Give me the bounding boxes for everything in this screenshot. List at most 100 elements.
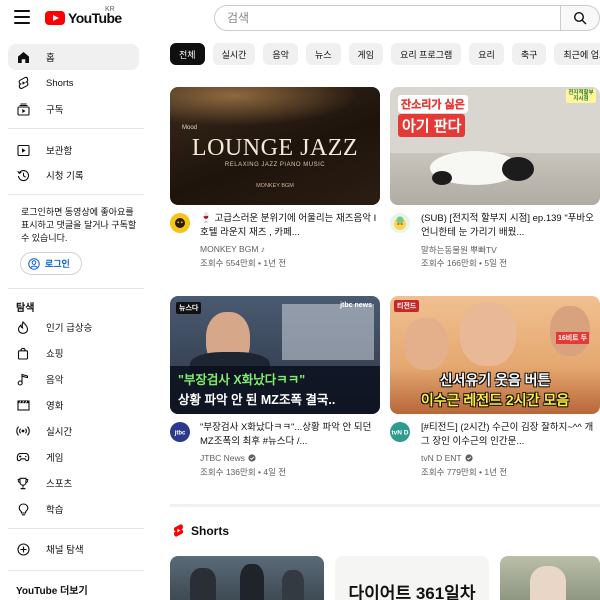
- sidebar-item-label: 채널 탐색: [46, 545, 84, 556]
- sidebar-item-gaming[interactable]: 게임: [8, 444, 139, 470]
- thumbnail-tag: 뉴스다: [176, 302, 202, 314]
- sidebar-item-history[interactable]: 시청 기록: [8, 162, 139, 188]
- sidebar-item-label: 실시간: [46, 427, 73, 438]
- search-input[interactable]: [215, 6, 560, 30]
- thumbnail-title-text: LOUNGE JAZZ: [191, 135, 359, 161]
- youtube-logo[interactable]: YouTube KR: [45, 6, 122, 28]
- section-divider: [170, 504, 600, 507]
- login-button[interactable]: 로그인: [20, 252, 82, 275]
- chip-gaming[interactable]: 게임: [348, 43, 384, 65]
- channel-name[interactable]: MONKEY BGM ♪: [200, 244, 265, 254]
- video-title[interactable]: "부장검사 X화났다ㅋㅋ"...상황 파악 안 되던 MZ조폭의 최후 #뉴스다…: [200, 421, 378, 449]
- search-icon: [573, 11, 587, 25]
- sidebar-item-music[interactable]: 음악: [8, 366, 139, 392]
- sidebar-item-home[interactable]: 홈: [8, 44, 139, 70]
- trending-icon: [16, 320, 30, 334]
- menu-icon[interactable]: [14, 10, 30, 24]
- video-thumbnail[interactable]: 뉴스다 jtbc news "부장검사 X화났다ㅋㅋ" 상황 파악 안 된 MZ…: [170, 296, 380, 414]
- thumbnail-panda-leg: [432, 171, 452, 185]
- search-button[interactable]: [560, 5, 600, 31]
- channel-row: tvN D ENT: [421, 453, 473, 463]
- sidebar-item-shorts[interactable]: Shorts: [8, 70, 139, 96]
- sports-icon: [16, 476, 30, 490]
- channel-name[interactable]: JTBC News: [200, 453, 245, 463]
- divider: [8, 288, 144, 289]
- sidebar-item-label: 인기 급상승: [46, 323, 93, 334]
- video-title[interactable]: [#티전드] (2시간) 수근이 김장 잘하지~^^ 개그 장인 이수근의 인간…: [421, 421, 599, 449]
- divider: [8, 194, 144, 195]
- sidebar-item-subscriptions[interactable]: 구독: [8, 96, 139, 122]
- thumbnail-brand-text: MONKEY BGM: [256, 183, 294, 189]
- sidebar-item-label: 홈: [46, 53, 55, 64]
- history-icon: [16, 168, 30, 182]
- verified-icon: [465, 454, 473, 462]
- thumbnail-person: [282, 570, 304, 600]
- lightbulb-icon: [16, 502, 30, 516]
- svg-text:jtbc: jtbc: [174, 431, 186, 437]
- thumbnail-face-3: [550, 306, 590, 356]
- video-title[interactable]: (SUB) [전지적 할부지 시점] ep.139 "푸바오 언니한테 눈 가리…: [421, 212, 599, 240]
- subscriptions-icon: [16, 102, 30, 116]
- chip-cooking-show[interactable]: 요리 프로그램: [391, 43, 462, 65]
- jtbc-logo-icon: jtbc: [174, 431, 186, 437]
- video-thumbnail[interactable]: Mood LOUNGE JAZZ RELAXING JAZZ PIANO MUS…: [170, 87, 380, 205]
- gaming-icon: [16, 450, 30, 464]
- video-metadata: 조회수 779만회 • 1년 전: [421, 467, 508, 477]
- sidebar-item-label: 게임: [46, 453, 64, 464]
- shorts-title: 다이어트 361일차: [348, 584, 476, 600]
- chip-cooking[interactable]: 요리: [469, 43, 504, 65]
- shorts-thumbnail[interactable]: [500, 556, 600, 600]
- login-button-label: 로그인: [45, 259, 70, 269]
- add-circle-icon: [16, 542, 30, 556]
- verified-icon: [248, 454, 256, 462]
- library-icon: [16, 143, 30, 157]
- shopping-icon: [16, 346, 30, 360]
- shorts-thumbnail[interactable]: 다이어트 361일차: [335, 556, 489, 600]
- channel-name[interactable]: 말하는동물원 뿌빠TV: [421, 244, 497, 256]
- sidebar-item-label: 스포츠: [46, 479, 73, 490]
- thumbnail-panda-patch: [502, 157, 534, 181]
- thumbnail-text-line2: 상황 파악 안 된 MZ조폭 결국..: [178, 393, 336, 407]
- search-box[interactable]: [214, 5, 560, 31]
- sidebar-item-label: 영화: [46, 401, 64, 412]
- channel-avatar[interactable]: tvN D: [390, 422, 410, 442]
- chip-live[interactable]: 실시간: [212, 43, 256, 65]
- channel-avatar[interactable]: jtbc: [170, 422, 190, 442]
- channel-avatar[interactable]: [170, 213, 190, 233]
- divider: [8, 528, 144, 529]
- shorts-thumbnail[interactable]: [170, 556, 324, 600]
- shorts-section-title: Shorts: [191, 523, 230, 538]
- channel-name[interactable]: tvN D ENT: [421, 453, 462, 463]
- movie-icon: [16, 398, 30, 412]
- sidebar-item-trending[interactable]: 인기 급상승: [8, 314, 139, 340]
- more-from-youtube-title: YouTube 더보기: [16, 586, 88, 597]
- home-icon: [16, 50, 30, 64]
- sidebar-item-shopping[interactable]: 쇼핑: [8, 340, 139, 366]
- thumbnail-small-text: 16비트 두: [556, 332, 590, 344]
- thumbnail-document: [282, 304, 374, 360]
- chip-all[interactable]: 전체: [170, 43, 205, 65]
- sidebar-item-library[interactable]: 보관함: [8, 137, 139, 163]
- channel-avatar[interactable]: [390, 213, 410, 233]
- masthead: YouTube KR: [0, 0, 600, 36]
- sidebar-item-label: 시청 기록: [46, 171, 84, 182]
- chip-soccer[interactable]: 축구: [511, 43, 547, 65]
- video-thumbnail[interactable]: 티전드 16비트 두 신서유기 웃음 버튼 이수근 레전드 2시간 모음: [390, 296, 600, 414]
- sidebar-item-live[interactable]: 실시간: [8, 418, 139, 444]
- sidebar-item-learning[interactable]: 학습: [8, 496, 139, 522]
- tvn-logo-icon: tvN D: [392, 430, 409, 437]
- sidebar-item-browse-channels[interactable]: 채널 탐색: [8, 536, 139, 562]
- sidebar-item-label: 쇼핑: [46, 349, 64, 360]
- sidebar-item-sports[interactable]: 스포츠: [8, 470, 139, 496]
- divider: [8, 570, 144, 571]
- video-thumbnail[interactable]: 잔소리가 싫은 아기 판다 전지적할부지시점: [390, 87, 600, 205]
- shorts-section-header: Shorts: [172, 523, 229, 538]
- shorts-icon: [16, 76, 30, 90]
- chip-news[interactable]: 뉴스: [305, 43, 341, 65]
- chip-music[interactable]: 음악: [263, 43, 298, 65]
- jtbc-news-logo: jtbc news: [340, 302, 372, 309]
- chip-recently-uploaded[interactable]: 최근에 업로드: [554, 43, 600, 65]
- video-title[interactable]: 🍷 고급스러운 분위기에 어울리는 재즈음악 I 호텔 라운지 재즈 , 카페.…: [200, 212, 378, 240]
- sidebar-item-movies[interactable]: 영화: [8, 392, 139, 418]
- thumbnail-face: [460, 302, 516, 366]
